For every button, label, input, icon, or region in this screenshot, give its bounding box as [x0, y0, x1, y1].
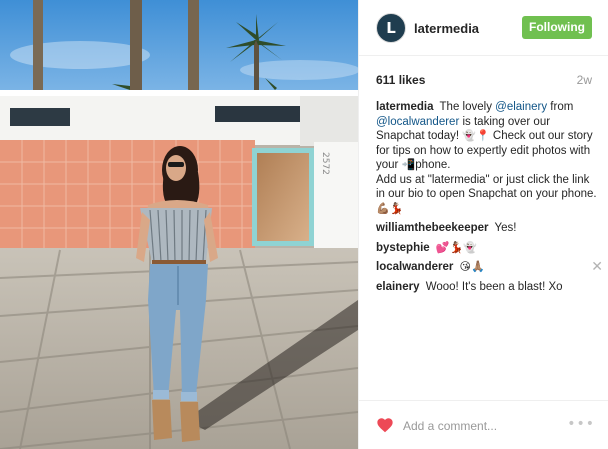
- caption-text: phone.: [415, 159, 451, 171]
- muscle-dancer-emoji: 💪🏽💃🏽: [376, 201, 404, 215]
- more-options-icon[interactable]: •••: [567, 416, 595, 432]
- comment-username[interactable]: bystephie: [376, 242, 430, 254]
- ghost-pin-emoji: 👻📍: [462, 129, 490, 142]
- comment-emoji: 😘🙏🏽: [459, 260, 485, 273]
- post-age[interactable]: 2w: [577, 73, 592, 87]
- phone-emoji: 📲: [401, 158, 416, 171]
- comment-item: williamthebeekeeper Yes!: [376, 221, 598, 236]
- comment-username[interactable]: localwanderer: [376, 261, 453, 273]
- house-number: 2572: [320, 152, 330, 175]
- mention-localwanderer[interactable]: @localwanderer: [376, 116, 459, 128]
- comment-text: Yes!: [494, 222, 517, 234]
- comment-emoji: 💕💃🏽👻: [435, 240, 477, 254]
- comment-item: bystephie 💕💃🏽👻: [376, 241, 598, 256]
- post-header: L latermedia Following: [359, 0, 608, 56]
- delete-comment-icon[interactable]: ✕: [591, 260, 603, 274]
- comment-username[interactable]: williamthebeekeeper: [376, 222, 489, 234]
- post-photo-image: 2572: [0, 0, 358, 449]
- caption-text: The lovely: [439, 101, 496, 113]
- comment-bar: •••: [359, 400, 608, 449]
- post-details-panel: L latermedia Following 611 likes 2w late…: [358, 0, 608, 449]
- following-button[interactable]: Following: [522, 16, 592, 39]
- comment-item: elainery Wooo! It's been a blast! Xo: [376, 280, 598, 295]
- header-username[interactable]: latermedia: [414, 21, 479, 36]
- likes-count[interactable]: 611 likes: [376, 73, 425, 87]
- comment-text: Wooo! It's been a blast! Xo: [425, 280, 563, 293]
- heart-icon[interactable]: [376, 417, 394, 433]
- avatar-letter: L: [386, 19, 396, 37]
- post-stats: 611 likes 2w: [359, 70, 608, 90]
- post-photo[interactable]: 2572: [0, 0, 358, 449]
- caption-username[interactable]: latermedia: [376, 101, 434, 113]
- comment-list: latermedia The lovely @elainery from @lo…: [376, 100, 603, 299]
- comment-item: localwanderer 😘🙏🏽 ✕: [376, 260, 603, 275]
- add-comment-input[interactable]: [403, 416, 563, 436]
- caption: latermedia The lovely @elainery from @lo…: [376, 100, 598, 216]
- comment-username[interactable]: elainery: [376, 281, 419, 293]
- mention-elainery[interactable]: @elainery: [495, 101, 547, 113]
- avatar[interactable]: L: [376, 13, 406, 43]
- caption-text: from: [547, 101, 574, 113]
- caption-text: Add us at "latermedia" or just click the…: [376, 173, 597, 201]
